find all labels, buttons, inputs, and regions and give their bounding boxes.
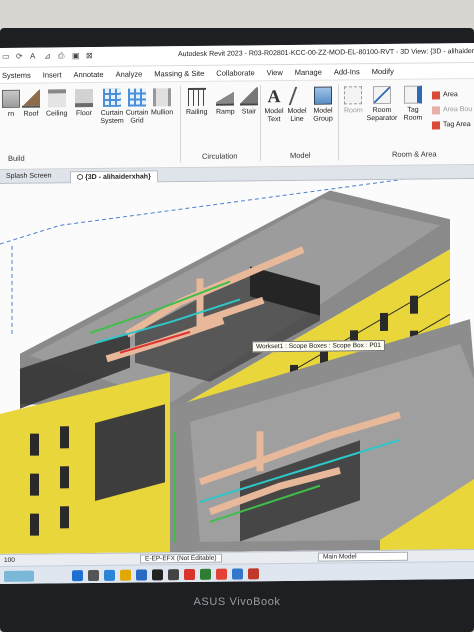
floor-icon [75,89,93,108]
chrome-icon[interactable] [184,568,195,581]
model-dropdown[interactable]: Main Model [318,551,408,562]
ramp-icon [216,87,235,106]
tab-manage[interactable]: Manage [295,68,322,77]
tab-massing-site[interactable]: Massing & Site [154,69,204,79]
ceiling-icon [47,89,66,108]
measure-icon[interactable]: ⊿ [44,51,53,60]
3d-view-icon: ⬡ [77,174,86,182]
area-button[interactable]: Area [432,87,472,102]
xbox-icon[interactable] [200,568,211,580]
3d-viewport[interactable]: Workset1 : Scope Boxes : Scope Box : P01 [0,179,474,554]
area-icon [432,90,440,99]
model-line-icon [288,86,314,105]
wall-button[interactable]: rn [2,89,20,119]
panel-label-circulation: Circulation [202,151,238,161]
floor-button[interactable]: Floor [75,89,93,118]
model-text-button[interactable]: A Model Text [264,86,284,124]
zoom-level: 100 [4,556,15,564]
panel-label-room-area: Room & Area [392,149,437,159]
edge-icon[interactable] [104,569,115,581]
text-icon[interactable]: A [30,52,39,61]
revit-icon[interactable] [248,568,259,580]
tag-area-button[interactable]: Tag Area [432,117,472,132]
tab-3d-view[interactable]: ⬡ {3D - alihaiderxhah} [70,170,158,184]
curtain-grid-button[interactable]: Curtain Grid [126,88,148,125]
weather-widget-icon[interactable] [4,570,34,582]
start-icon[interactable] [72,570,83,582]
tab-add-ins[interactable]: Add-Ins [334,67,360,76]
workset-dropdown[interactable]: E-EP-EFX (Not Editable) [140,553,222,564]
room-separator-icon [373,85,391,105]
area-boundary-icon [432,105,440,114]
room-separator-button[interactable]: Room Separator [366,85,398,123]
ramp-button[interactable]: Ramp [216,87,235,117]
laptop-screen: ▭ ⟳ A ⊿ ⎙ ▣ ⊠ Autodesk Revit 2023 - R03-… [0,43,474,584]
search-icon[interactable] [88,569,99,582]
panel-divider [260,85,261,162]
tag-room-icon [404,85,422,104]
app-title: Autodesk Revit 2023 - R03-R02801-KCC-00-… [178,47,474,59]
railing-button[interactable]: Railing [186,87,207,117]
room-button[interactable]: Room [344,86,363,115]
curtain-system-button[interactable]: Curtain System [100,88,124,126]
background-wall [0,0,474,28]
panel-divider [338,84,339,161]
panel-divider [180,86,181,163]
building-model [0,179,474,554]
tab-systems[interactable]: Systems [2,71,31,80]
mullion-icon [153,88,172,107]
roof-button[interactable]: Roof [22,89,40,119]
area-boundary-button[interactable]: Area Bou [432,102,472,117]
tab-collaborate[interactable]: Collaborate [216,68,254,77]
model-group-icon [314,86,332,105]
curtain-grid-icon [128,88,146,107]
stair-button[interactable]: Stair [240,87,258,116]
tab-annotate[interactable]: Annotate [74,70,104,79]
mail-icon[interactable] [136,569,147,581]
store-icon[interactable] [152,569,163,581]
room-icon [344,86,363,105]
tab-insert[interactable]: Insert [43,70,62,79]
tab-modify[interactable]: Modify [372,67,394,76]
print-icon[interactable]: ⎙ [58,51,67,60]
mullion-button[interactable]: Mullion [151,88,173,117]
element-tooltip: Workset1 : Scope Boxes : Scope Box : P01 [252,339,385,353]
roof-icon [22,89,40,108]
close-hidden-icon[interactable]: ⊠ [86,51,95,60]
panel-label-build: Build [8,153,25,163]
area-tools: Area Area Bou Tag Area [432,87,472,132]
tab-view[interactable]: View [267,68,283,77]
tab-splash-screen[interactable]: Splash Screen [0,171,58,184]
railing-icon [187,87,206,107]
quick-access-toolbar: ▭ ⟳ A ⊿ ⎙ ▣ ⊠ [2,51,95,61]
laptop-brand-label: ASUS VivoBook [193,596,281,608]
sync-icon[interactable]: ⟳ [16,52,25,61]
panel-label-model: Model [290,150,311,160]
acrobat-icon[interactable] [216,568,227,580]
ribbon: rn Roof Ceiling Floor Curtain System Cur… [0,79,474,170]
model-group-button[interactable]: Model Group [312,86,334,124]
curtain-system-icon [103,88,121,107]
ceiling-button[interactable]: Ceiling [46,89,67,118]
app-icon[interactable] [168,569,179,581]
tag-room-button[interactable]: Tag Room [402,85,424,123]
file-explorer-icon[interactable] [120,569,131,581]
view-icon[interactable]: ▣ [72,51,81,60]
model-line-button[interactable]: Model Line [287,86,314,124]
model-text-icon: A [267,86,281,107]
wall-icon [2,89,20,108]
tab-analyze[interactable]: Analyze [116,70,143,79]
word-icon[interactable] [232,568,243,580]
save-icon[interactable]: ▭ [2,52,11,61]
tag-area-icon [432,120,440,129]
stair-icon [240,87,258,106]
